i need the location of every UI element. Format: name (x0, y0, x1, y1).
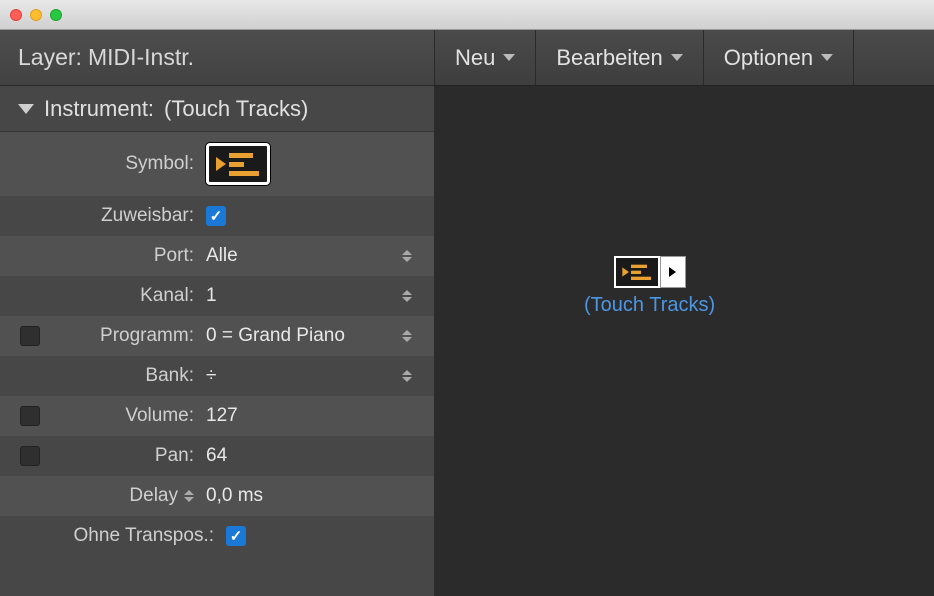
delay-value: 0,0 ms (206, 485, 263, 507)
stepper-icon[interactable] (184, 490, 194, 502)
instrument-value: (Touch Tracks) (164, 96, 308, 122)
stepper-icon[interactable] (402, 370, 412, 382)
row-kanal: Kanal: 1 (0, 276, 434, 316)
row-programm: Programm: 0 = Grand Piano (0, 316, 434, 356)
kanal-label: Kanal: (60, 285, 200, 307)
row-symbol: Symbol: (0, 132, 434, 196)
bearbeiten-menu-button[interactable]: Bearbeiten (536, 30, 703, 85)
row-delay: Delay 0,0 ms (0, 476, 434, 516)
volume-enable-checkbox[interactable] (20, 406, 40, 426)
pan-label: Pan: (60, 445, 200, 467)
output-port-icon (669, 267, 676, 277)
disclosure-triangle-icon[interactable] (18, 104, 34, 114)
row-port: Port: Alle (0, 236, 434, 276)
instrument-label: Instrument: (44, 96, 154, 122)
kanal-value-stepper[interactable]: 1 (200, 285, 424, 307)
chevron-down-icon (671, 54, 683, 61)
stepper-icon[interactable] (402, 330, 412, 342)
zuweisbar-checkbox[interactable] (206, 206, 226, 226)
volume-value-field[interactable]: 127 (200, 405, 424, 427)
layer-selector[interactable]: Layer: MIDI-Instr. (0, 30, 434, 86)
row-ohne-transpos: Ohne Transpos.: (0, 516, 434, 556)
row-bank: Bank: ÷ (0, 356, 434, 396)
touch-tracks-node[interactable]: (Touch Tracks) (584, 256, 715, 317)
pan-value-field[interactable]: 64 (200, 445, 424, 467)
volume-value: 127 (206, 405, 238, 427)
zuweisbar-label: Zuweisbar: (60, 205, 200, 227)
port-value-stepper[interactable]: Alle (200, 245, 424, 267)
bank-label: Bank: (60, 365, 200, 387)
instrument-section-header[interactable]: Instrument: (Touch Tracks) (0, 86, 434, 132)
close-icon[interactable] (10, 9, 22, 21)
ohne-transpos-label: Ohne Transpos.: (60, 525, 220, 547)
environment-canvas[interactable]: (Touch Tracks) (434, 86, 934, 596)
environment-canvas-pane: Neu Bearbeiten Optionen (434, 30, 934, 596)
chevron-down-icon (821, 54, 833, 61)
layer-value: MIDI-Instr. (88, 44, 194, 71)
bank-value-stepper[interactable]: ÷ (200, 365, 424, 387)
delay-value-field[interactable]: 0,0 ms (200, 485, 424, 507)
programm-enable-checkbox[interactable] (20, 326, 40, 346)
touch-tracks-icon (213, 149, 263, 179)
window-titlebar (0, 0, 934, 30)
delay-label-stepper[interactable]: Delay (129, 485, 194, 507)
pan-value: 64 (206, 445, 227, 467)
stepper-icon[interactable] (402, 250, 412, 262)
ohne-transpos-checkbox[interactable] (226, 526, 246, 546)
kanal-value: 1 (206, 285, 217, 307)
optionen-menu-button[interactable]: Optionen (704, 30, 854, 85)
minimize-icon[interactable] (30, 9, 42, 21)
symbol-button[interactable] (206, 143, 270, 185)
layer-label: Layer: (18, 44, 82, 71)
port-label: Port: (60, 245, 200, 267)
chevron-down-icon (503, 54, 515, 61)
row-zuweisbar: Zuweisbar: (0, 196, 434, 236)
optionen-label: Optionen (724, 45, 813, 71)
environment-toolbar: Neu Bearbeiten Optionen (434, 30, 934, 86)
neu-label: Neu (455, 45, 495, 71)
programm-value-stepper[interactable]: 0 = Grand Piano (200, 325, 424, 347)
symbol-label: Symbol: (60, 153, 200, 175)
touch-tracks-icon (620, 262, 654, 282)
delay-label: Delay (129, 485, 178, 507)
programm-value: 0 = Grand Piano (206, 325, 345, 347)
bearbeiten-label: Bearbeiten (556, 45, 662, 71)
bank-value: ÷ (206, 365, 216, 387)
neu-menu-button[interactable]: Neu (434, 30, 536, 85)
volume-label: Volume: (60, 405, 200, 427)
programm-label: Programm: (60, 325, 200, 347)
zoom-icon[interactable] (50, 9, 62, 21)
row-pan: Pan: 64 (0, 436, 434, 476)
row-volume: Volume: 127 (0, 396, 434, 436)
inspector-sidebar: Layer: MIDI-Instr. Instrument: (Touch Tr… (0, 30, 434, 596)
port-value: Alle (206, 245, 238, 267)
stepper-icon[interactable] (402, 290, 412, 302)
node-label: (Touch Tracks) (584, 294, 715, 317)
pan-enable-checkbox[interactable] (20, 446, 40, 466)
node-icon (614, 256, 686, 288)
